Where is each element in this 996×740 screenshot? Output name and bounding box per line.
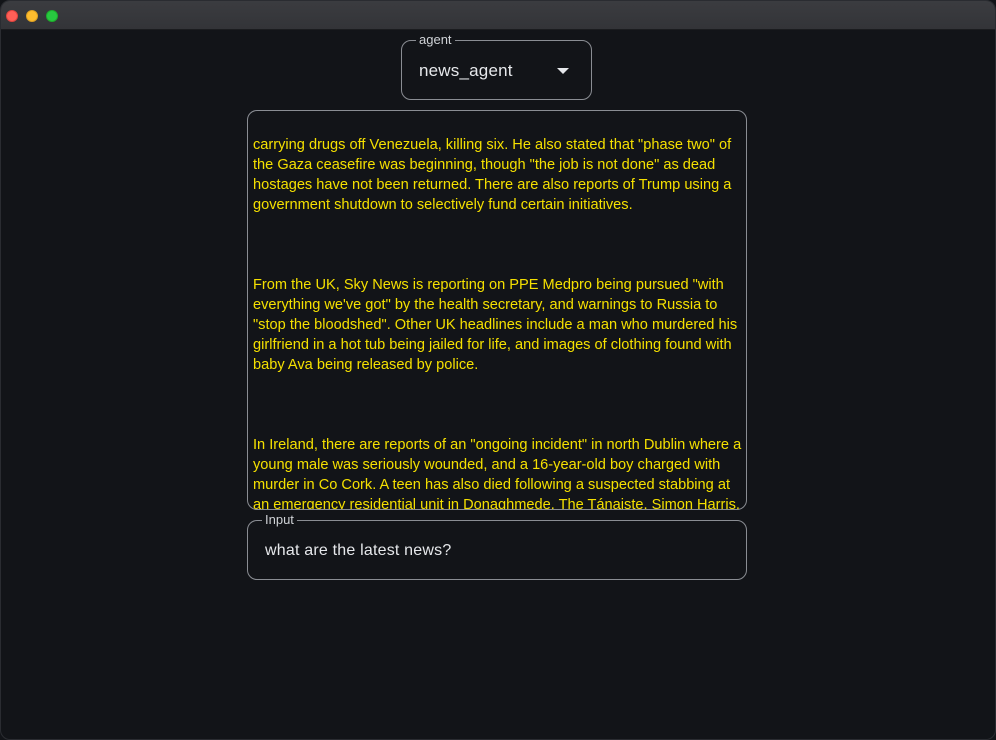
query-input[interactable] — [265, 541, 725, 561]
agent-select-value: news_agent — [419, 61, 513, 80]
output-paragraph: carrying drugs off Venezuela, killing si… — [253, 137, 736, 213]
input-label: Input — [262, 513, 297, 527]
agent-output-text: carrying drugs off Venezuela, killing si… — [253, 111, 743, 510]
input-fieldset: Input — [247, 513, 747, 580]
output-paragraph: From the UK, Sky News is reporting on PP… — [253, 277, 742, 373]
agent-select-label: agent — [416, 33, 455, 47]
minimize-window-button[interactable] — [26, 10, 38, 22]
app-window: agent news_agent carrying drugs off Vene… — [0, 0, 996, 740]
close-window-button[interactable] — [6, 10, 18, 22]
maximize-window-button[interactable] — [46, 10, 58, 22]
output-paragraph: In Ireland, there are reports of an "ong… — [253, 437, 742, 510]
chevron-down-icon[interactable] — [557, 68, 569, 74]
agent-output-panel[interactable]: carrying drugs off Venezuela, killing si… — [247, 110, 747, 510]
title-bar — [1, 1, 995, 30]
agent-select[interactable]: agent news_agent — [401, 33, 592, 100]
